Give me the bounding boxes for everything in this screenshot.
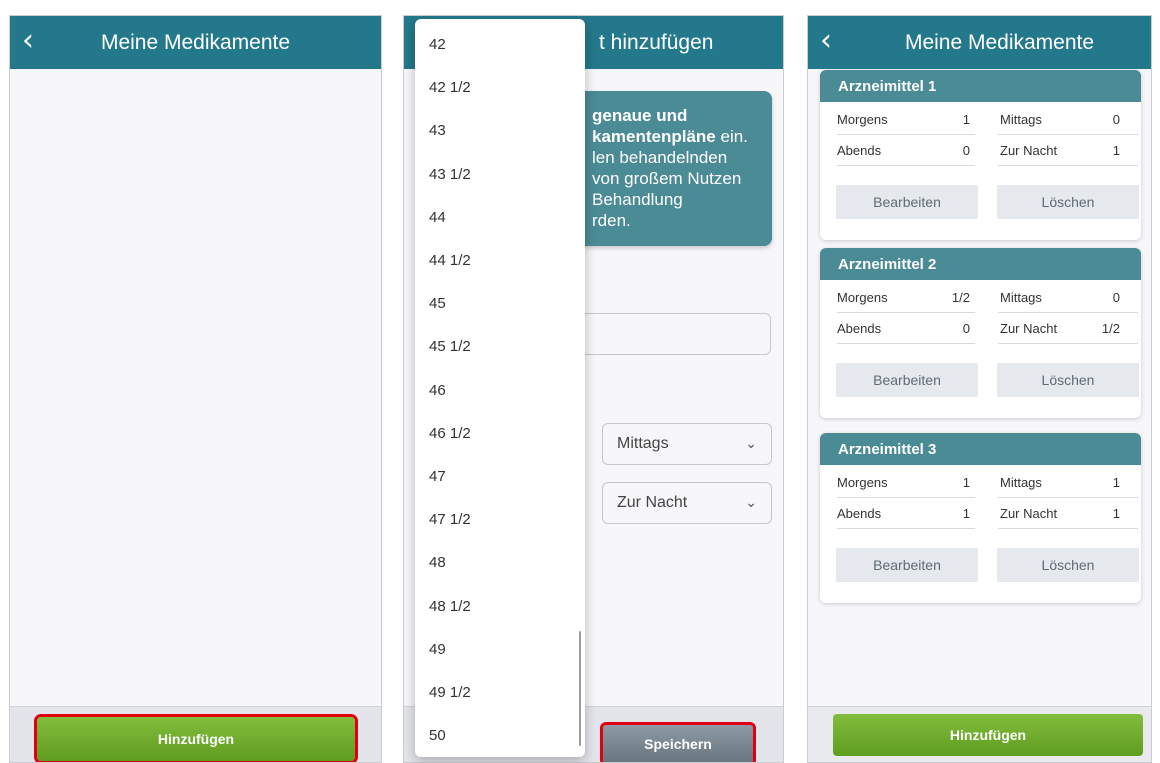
dropdown-option[interactable]: 42 — [429, 35, 446, 55]
page-title: t hinzufügen — [599, 31, 714, 54]
delete-button[interactable]: Löschen — [997, 185, 1139, 219]
delete-button[interactable]: Löschen — [997, 548, 1139, 582]
divider — [998, 134, 1138, 135]
card-title: Arzneimittel 1 — [820, 70, 1141, 102]
divider — [998, 343, 1138, 344]
select-value: Zur Nacht — [617, 494, 688, 511]
scrollbar[interactable] — [579, 631, 581, 746]
value-mittags: 0 — [1112, 112, 1120, 127]
dropdown-option[interactable]: 45 1/2 — [429, 337, 471, 357]
info-text-line: kamentenpläne ein. — [592, 127, 748, 146]
label-zur-nacht: Zur Nacht — [1000, 506, 1058, 521]
edit-button[interactable]: Bearbeiten — [836, 363, 978, 397]
edit-button[interactable]: Bearbeiten — [836, 548, 978, 582]
value-abends: 0 — [962, 321, 970, 336]
value-morgens: 1 — [962, 475, 970, 490]
value-zur-nacht: 1 — [1112, 506, 1120, 521]
dropdown-option[interactable]: 46 1/2 — [429, 424, 471, 444]
info-text-line: rden. — [592, 211, 631, 230]
select-zur-nacht[interactable]: Zur Nacht ⌄ — [602, 482, 772, 524]
footer-bar: Hinzufügen — [808, 706, 1151, 762]
delete-button[interactable]: Löschen — [997, 363, 1139, 397]
dropdown-option[interactable]: 48 1/2 — [429, 597, 471, 617]
label-morgens: Morgens — [837, 475, 888, 490]
value-abends: 0 — [962, 143, 970, 158]
info-text-line: len behandelnden — [592, 148, 728, 167]
divider — [998, 497, 1138, 498]
page-title: Meine Medikamente — [100, 31, 291, 54]
add-button[interactable]: Hinzufügen — [34, 714, 358, 762]
info-text-line: von großem Nutzen — [592, 169, 742, 188]
save-button[interactable]: Speichern — [600, 722, 756, 762]
dropdown-option[interactable]: 43 — [429, 121, 446, 141]
dropdown-option[interactable]: 47 — [429, 467, 446, 487]
medication-card: Arzneimittel 1 Morgens 1 Mittags 0 Abends 0 Zur… — [820, 70, 1141, 240]
value-abends: 1 — [962, 506, 970, 521]
dropdown-option[interactable]: 50 — [429, 726, 446, 746]
label-mittags: Mittags — [1000, 112, 1042, 127]
dropdown-option[interactable]: 49 — [429, 640, 446, 660]
divider — [837, 165, 975, 166]
edit-button[interactable]: Bearbeiten — [836, 185, 978, 219]
label-abends: Abends — [837, 321, 882, 336]
value-zur-nacht: 1/2 — [1101, 321, 1120, 336]
select-value: Mittags — [617, 435, 669, 452]
label-abends: Abends — [837, 143, 882, 158]
screen-medication-list: ‹ Meine Medikamente Arzneimittel 1 Morgen… — [807, 15, 1152, 763]
dropdown-option[interactable]: 44 1/2 — [429, 251, 471, 271]
card-title: Arzneimittel 2 — [820, 248, 1141, 280]
label-mittags: Mittags — [1000, 290, 1042, 305]
dropdown-option[interactable]: 46 — [429, 381, 446, 401]
medication-card: Arzneimittel 3 Morgens 1 Mittags 1 Abends 1 Zur… — [820, 433, 1141, 603]
card-title: Arzneimittel 3 — [820, 433, 1141, 465]
footer-bar: Hinzufügen — [10, 706, 381, 762]
dropdown-option[interactable]: 49 1/2 — [429, 683, 471, 703]
dropdown-option[interactable]: 44 — [429, 208, 446, 228]
chevron-down-icon: ⌄ — [745, 436, 757, 452]
divider — [998, 528, 1138, 529]
select-mittags[interactable]: Mittags ⌄ — [602, 423, 772, 465]
label-morgens: Morgens — [837, 290, 888, 305]
label-zur-nacht: Zur Nacht — [1000, 321, 1058, 336]
label-morgens: Morgens — [837, 112, 888, 127]
label-zur-nacht: Zur Nacht — [1000, 143, 1058, 158]
page-title: Meine Medikamente — [904, 31, 1095, 54]
divider — [998, 312, 1138, 313]
divider — [837, 343, 975, 344]
app-header: ‹ Meine Medikamente — [10, 16, 381, 69]
dropdown-option[interactable]: 48 — [429, 553, 446, 573]
medication-card: Arzneimittel 2 Morgens 1/2 Mittags 0 Abends 0 Z… — [820, 248, 1141, 418]
chevron-down-icon: ⌄ — [745, 495, 757, 511]
divider — [998, 165, 1138, 166]
dropdown-option[interactable]: 42 1/2 — [429, 78, 471, 98]
label-abends: Abends — [837, 506, 882, 521]
dropdown-option[interactable]: 47 1/2 — [429, 510, 471, 530]
divider — [837, 528, 975, 529]
add-button[interactable]: Hinzufügen — [833, 714, 1143, 756]
dropdown-option[interactable]: 43 1/2 — [429, 165, 471, 185]
divider — [837, 134, 975, 135]
app-header: ‹ Meine Medikamente — [808, 16, 1151, 69]
value-morgens: 1 — [962, 112, 970, 127]
value-mittags: 0 — [1112, 290, 1120, 305]
screen-medication-list-empty: ‹ Meine Medikamente Hinzufügen — [9, 15, 382, 763]
label-mittags: Mittags — [1000, 475, 1042, 490]
value-zur-nacht: 1 — [1112, 143, 1120, 158]
value-mittags: 1 — [1112, 475, 1120, 490]
value-morgens: 1/2 — [951, 290, 970, 305]
back-arrow-icon[interactable]: ‹ — [820, 26, 832, 56]
divider — [837, 312, 975, 313]
divider — [837, 497, 975, 498]
info-text-line: genaue und — [592, 106, 688, 125]
medication-name-input[interactable] — [554, 313, 771, 355]
dropdown-option[interactable]: 45 — [429, 294, 446, 314]
info-text-line: Behandlung — [592, 190, 683, 209]
dose-dropdown-list[interactable]: 42 42 1/2 43 43 1/2 44 44 1/2 45 45 1/2 46 46 1/2… — [415, 19, 585, 757]
